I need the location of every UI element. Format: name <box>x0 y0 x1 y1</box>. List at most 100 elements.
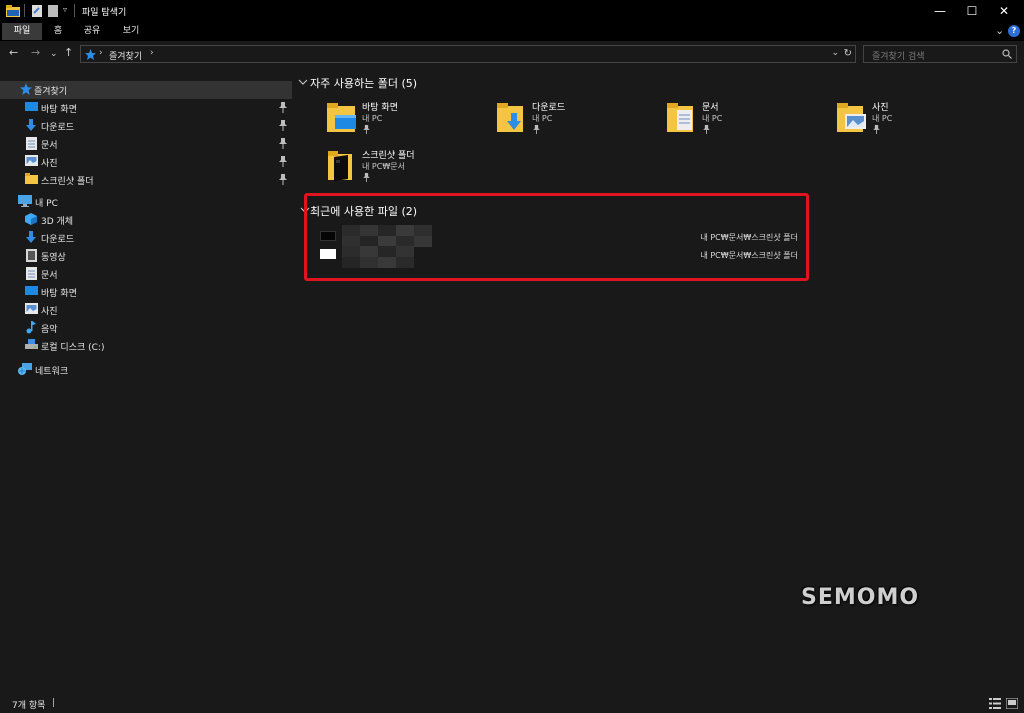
pin-icon <box>703 125 710 134</box>
tab-home[interactable]: 홈 <box>44 23 72 40</box>
properties-icon[interactable] <box>32 5 42 17</box>
sidebar-item-label: 문서 <box>41 271 58 281</box>
folder-tile-desktop[interactable]: 바탕 화면 내 PC <box>326 100 486 144</box>
sidebar-item-label: 내 PC <box>35 199 58 209</box>
folder-location: 내 PC <box>702 114 723 123</box>
pin-icon <box>873 125 880 134</box>
pictures-folder-icon <box>837 103 866 132</box>
star-icon <box>20 83 32 95</box>
tab-share[interactable]: 공유 <box>76 23 108 40</box>
up-button[interactable]: ↑ <box>64 47 73 59</box>
sidebar-item-pictures[interactable]: 사진 <box>0 153 292 171</box>
breadcrumb-quick-access[interactable]: 즐겨찾기 <box>109 49 142 62</box>
sidebar-item-desktop[interactable]: 바탕 화면 <box>0 99 292 117</box>
pin-icon[interactable] <box>279 174 287 185</box>
screenshot-folder-icon <box>328 151 352 181</box>
sidebar-item-3d-objects[interactable]: 3D 개체 <box>0 211 292 229</box>
address-dropdown-icon[interactable]: ⌄ <box>831 48 839 58</box>
divider <box>24 4 25 17</box>
folder-tile-screenshot-folder[interactable]: 스크린샷 폴더 내 PC₩문서 <box>326 148 486 192</box>
close-button[interactable]: ✕ <box>987 0 1021 22</box>
video-icon <box>26 249 37 262</box>
folder-location: 내 PC <box>872 114 893 123</box>
desktop-folder-icon <box>327 103 356 132</box>
pin-icon[interactable] <box>279 120 287 131</box>
sidebar-item-documents[interactable]: 문서 <box>0 135 292 153</box>
sidebar-item-label: 다운로드 <box>41 235 75 245</box>
sidebar-item-downloads[interactable]: 다운로드 <box>0 229 292 247</box>
navigation-pane: 즐겨찾기 바탕 화면 다운로드 문서 사진 스크린샷 폴더 내 PC 3D 개체… <box>0 71 292 695</box>
sidebar-item-desktop[interactable]: 바탕 화면 <box>0 283 292 301</box>
folder-icon <box>6 5 20 17</box>
sidebar-item-network[interactable]: 네트워크 <box>0 361 292 379</box>
chevron-down-icon[interactable] <box>298 78 308 86</box>
sidebar-item-label: 바탕 화면 <box>41 105 77 115</box>
tab-view[interactable]: 보기 <box>114 23 148 40</box>
folder-tile-pictures[interactable]: 사진 내 PC <box>836 100 996 144</box>
pin-icon[interactable] <box>279 138 287 149</box>
details-view-icon[interactable] <box>989 698 1001 709</box>
breadcrumb-separator[interactable]: › <box>150 48 154 58</box>
folder-location: 내 PC <box>532 114 553 123</box>
highlight-box <box>304 193 809 281</box>
pin-icon[interactable] <box>279 102 287 113</box>
sidebar-item-label: 음악 <box>41 325 58 335</box>
sidebar-item-documents[interactable]: 문서 <box>0 265 292 283</box>
expand-ribbon-icon[interactable]: ⌄ <box>995 24 1004 37</box>
sidebar-item-pictures[interactable]: 사진 <box>0 301 292 319</box>
folder-name: 다운로드 <box>532 103 566 113</box>
sidebar-item-label: 문서 <box>41 141 58 151</box>
sidebar-item-music[interactable]: 음악 <box>0 319 292 337</box>
window-title: 파일 탐색기 <box>82 8 127 18</box>
sidebar-item-quick-access[interactable]: 즐겨찾기 <box>0 81 292 99</box>
folder-name: 사진 <box>872 103 889 113</box>
sidebar-item-label: 3D 개체 <box>41 217 74 227</box>
folder-icon <box>25 173 38 184</box>
search-placeholder[interactable]: 즐겨찾기 검색 <box>872 49 925 62</box>
sidebar-item-label: 스크린샷 폴더 <box>41 177 94 187</box>
pin-icon <box>363 125 370 134</box>
back-button[interactable]: ← <box>9 47 18 59</box>
ribbon: 파일 홈 공유 보기 ⌄ ? <box>0 22 1024 41</box>
status-separator: | <box>52 698 56 708</box>
search-box[interactable]: 즐겨찾기 검색 <box>863 45 1017 63</box>
folder-tile-downloads[interactable]: 다운로드 내 PC <box>496 100 656 144</box>
breadcrumb-separator[interactable]: › <box>99 48 103 58</box>
picture-icon <box>25 155 38 166</box>
folder-name: 스크린샷 폴더 <box>362 151 415 161</box>
sidebar-item-videos[interactable]: 동영상 <box>0 247 292 265</box>
sidebar-item-this-pc[interactable]: 내 PC <box>0 193 292 211</box>
sidebar-item-screenshot-folder[interactable]: 스크린샷 폴더 <box>0 171 292 189</box>
folder-tile-documents[interactable]: 문서 내 PC <box>666 100 826 144</box>
folder-name: 문서 <box>702 103 719 113</box>
drive-icon <box>25 339 38 349</box>
pin-icon[interactable] <box>279 156 287 167</box>
network-icon <box>18 363 32 375</box>
sidebar-item-label: 사진 <box>41 307 58 317</box>
refresh-icon[interactable]: ↻ <box>844 48 852 59</box>
large-icons-view-icon[interactable] <box>1006 698 1018 709</box>
sidebar-item-label: 로컬 디스크 (C:) <box>41 343 105 353</box>
music-icon <box>26 321 36 334</box>
new-folder-icon[interactable] <box>48 5 58 17</box>
folder-name: 바탕 화면 <box>362 103 398 113</box>
help-icon[interactable]: ? <box>1008 25 1020 37</box>
desktop-icon <box>25 286 38 295</box>
sidebar-item-local-disk[interactable]: 로컬 디스크 (C:) <box>0 337 292 355</box>
tab-file[interactable]: 파일 <box>2 23 42 40</box>
search-icon[interactable] <box>1002 49 1012 59</box>
maximize-button[interactable]: ☐ <box>955 0 989 22</box>
item-count: 7개 항목 <box>12 701 46 711</box>
minimize-button[interactable]: — <box>923 0 957 22</box>
forward-button[interactable]: → <box>31 47 40 59</box>
watermark: SEMOMO <box>801 585 920 610</box>
documents-folder-icon <box>667 103 693 132</box>
frequent-folders-header[interactable]: 자주 사용하는 폴더 (5) <box>310 75 417 91</box>
customize-qat-icon[interactable]: ▿ <box>63 5 67 14</box>
recent-locations-button[interactable]: ⌄ <box>50 48 58 60</box>
folder-location: 내 PC₩문서 <box>362 162 405 171</box>
sidebar-item-downloads[interactable]: 다운로드 <box>0 117 292 135</box>
address-bar[interactable]: › 즐겨찾기 › ⌄ ↻ <box>80 45 856 63</box>
cube-icon <box>25 213 37 225</box>
desktop-icon <box>25 102 38 111</box>
